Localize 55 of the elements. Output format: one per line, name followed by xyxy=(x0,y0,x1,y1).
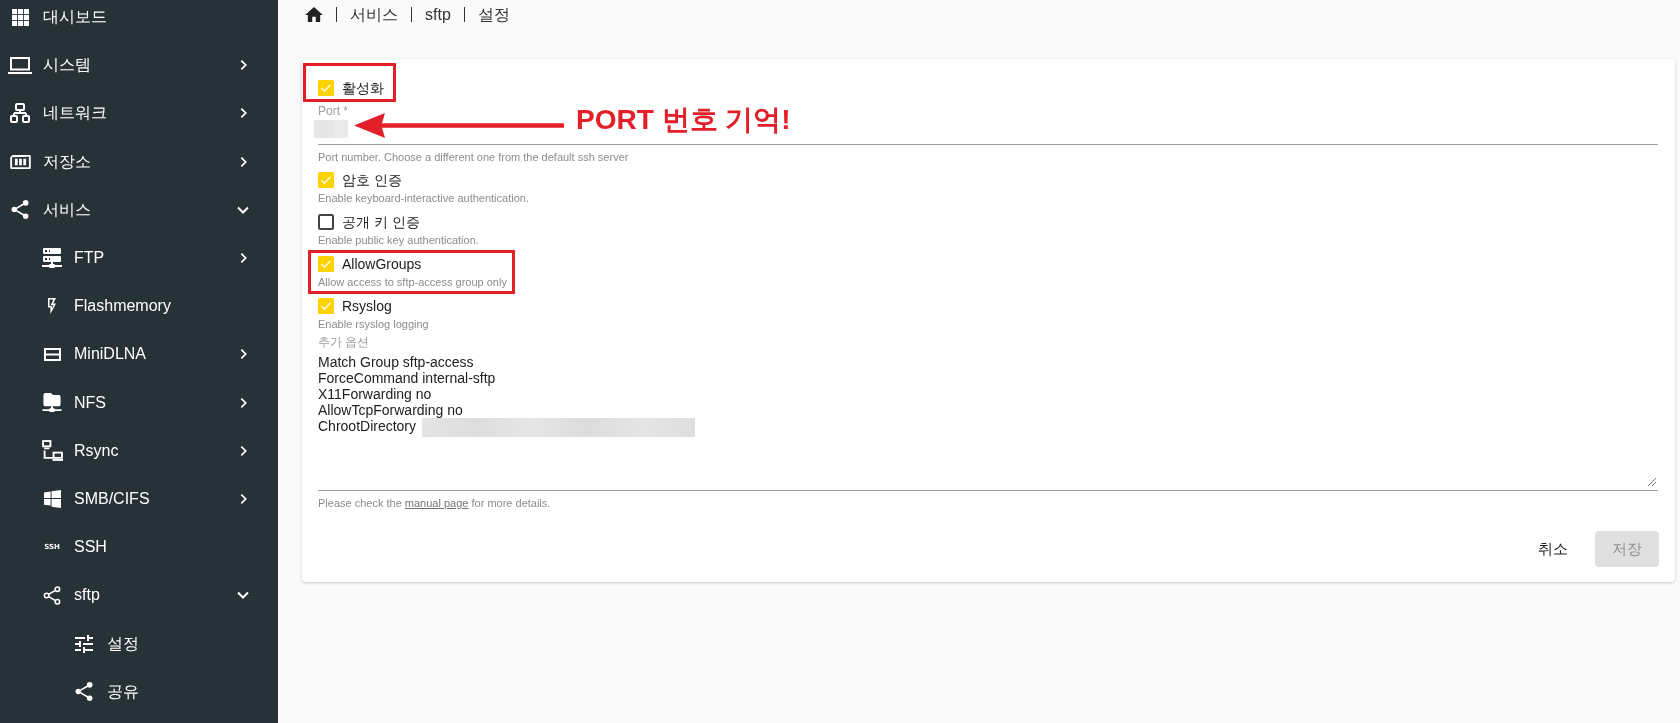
server-icon xyxy=(42,248,62,269)
laptop-icon xyxy=(8,56,32,74)
monitors-icon xyxy=(41,440,63,462)
help-text: Please check the manual page for more details. xyxy=(318,496,551,510)
sidebar-item[interactable]: SMB/CIFS xyxy=(0,474,278,524)
callout-text: PORT 번호 기억! xyxy=(576,106,791,134)
hint-text: Enable rsyslog logging xyxy=(318,317,429,331)
field-label: Port * xyxy=(318,103,348,119)
hint-text: Enable public key authentication. xyxy=(318,233,479,247)
checkbox[interactable] xyxy=(318,256,334,272)
checkbox-label: Rsyslog xyxy=(342,297,392,315)
breadcrumb-current: 설정 xyxy=(477,4,510,25)
sidebar-item[interactable]: 서비스 xyxy=(0,185,278,234)
checkbox-label: 암호 인증 xyxy=(342,171,402,189)
sliders-icon xyxy=(75,634,93,653)
share-icon xyxy=(75,682,93,702)
hint-text: Enable keyboard-interactive authentication. xyxy=(318,191,529,205)
sidebar-item[interactable]: FTP xyxy=(0,233,278,283)
sidebar-item[interactable]: 시스템 xyxy=(0,41,278,90)
cancel-button[interactable]: 취소 xyxy=(1530,531,1576,567)
options-textarea[interactable]: Match Group sftp-access ForceCommand internal-sftp X11Forwarding no AllowTcpForwarding no ChrootDirectory xyxy=(318,354,1658,491)
panel-icon xyxy=(43,347,61,361)
lightning-icon xyxy=(48,298,56,315)
checkbox[interactable] xyxy=(318,80,334,96)
checkbox[interactable] xyxy=(318,172,334,188)
checkbox-label: 활성화 xyxy=(342,79,384,97)
share-icon xyxy=(43,585,61,605)
checkbox[interactable] xyxy=(318,214,334,230)
share-icon xyxy=(11,200,29,220)
resize-handle-icon[interactable] xyxy=(1648,478,1656,486)
folder-network-icon xyxy=(42,393,62,413)
sidebar-item[interactable]: 저장소 xyxy=(0,137,278,186)
grid-icon xyxy=(11,8,29,26)
home-icon[interactable] xyxy=(305,7,323,22)
hint-text: Allow access to sftp-access group only xyxy=(318,275,507,289)
sidebar-item[interactable]: 네트워크 xyxy=(0,89,278,138)
tiles-icon xyxy=(43,489,61,508)
breadcrumb-link[interactable]: sftp xyxy=(425,4,451,25)
sidebar-item[interactable]: MiniDLNA xyxy=(0,330,278,379)
network-icon xyxy=(10,103,30,124)
checkbox[interactable] xyxy=(318,298,334,314)
sidebar-item[interactable]: 설정 xyxy=(0,619,278,668)
storage-icon xyxy=(9,154,31,169)
sidebar-item[interactable]: 대시보드 xyxy=(0,0,278,42)
hint-text: Port number. Choose a different one from the default ssh server xyxy=(318,150,629,164)
checkbox-label: AllowGroups xyxy=(342,255,422,273)
checkbox-label: 공개 키 인증 xyxy=(342,213,420,231)
sidebar-item[interactable]: Flashmemory xyxy=(0,282,278,331)
sidebar-item[interactable]: NFS xyxy=(0,378,278,427)
manual-link[interactable]: manual page xyxy=(404,497,469,509)
breadcrumb-link[interactable]: 서비스 xyxy=(350,4,398,25)
sidebar-item[interactable]: 공유 xyxy=(0,667,278,716)
sidebar-item[interactable]: Rsync xyxy=(0,426,278,475)
sidebar-item[interactable]: sftp xyxy=(0,571,278,620)
field-label: 추가 옵션 xyxy=(318,335,370,349)
